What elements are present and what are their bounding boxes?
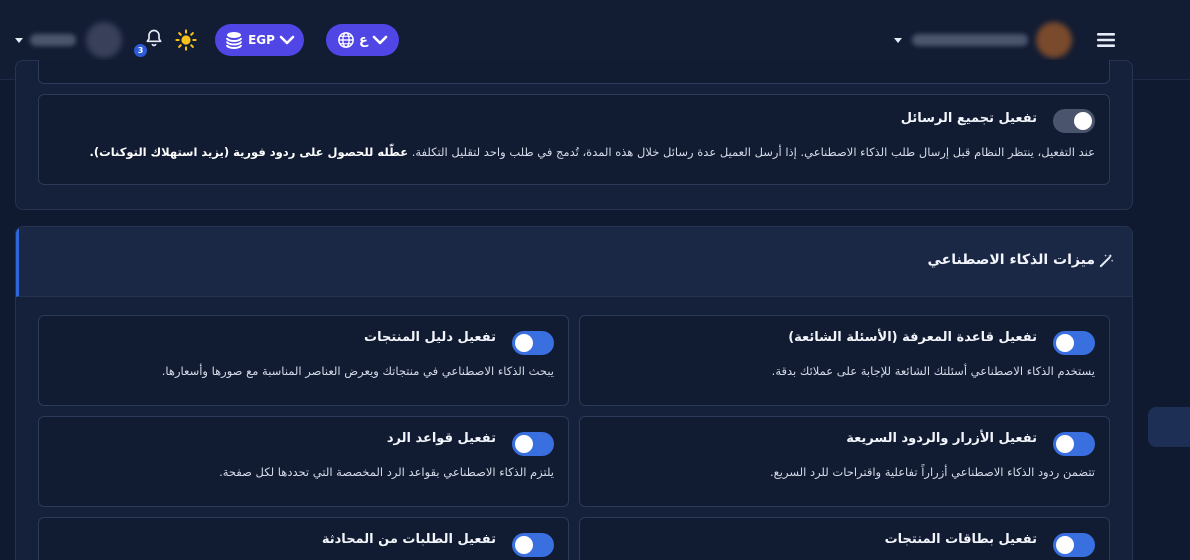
bell-icon	[146, 29, 162, 47]
feature-card-product-catalog: تفعيل دليل المنتجات يبحث الذكاء الاصطناع…	[38, 315, 569, 406]
message-grouping-card: تفعيل تجميع الرسائل عند التفعيل، ينتظر ا…	[38, 94, 1110, 185]
currency-selector[interactable]: EGP	[215, 24, 304, 56]
message-grouping-desc-warning: عطّله للحصول على ردود فورية (يزيد استهلا…	[89, 145, 409, 159]
user-menu-caret-icon[interactable]	[15, 38, 23, 43]
previous-setting-card	[38, 60, 1110, 84]
notifications-badge: 3	[134, 44, 147, 57]
feature-desc: يلتزم الذكاء الاصطناعي بقواعد الرد المخص…	[219, 465, 554, 479]
ai-features-title-text: ميزات الذكاء الاصطناعي	[927, 252, 1096, 268]
currency-label: EGP	[248, 33, 275, 47]
menu-button[interactable]	[1096, 31, 1116, 53]
feature-title: تفعيل الأزرار والردود السريعة	[846, 431, 1037, 446]
globe-icon	[338, 32, 354, 48]
message-grouping-desc: عند التفعيل، ينتظر النظام قبل إرسال طلب …	[90, 145, 1095, 159]
user-name-blurred[interactable]	[30, 34, 76, 46]
toggle-knob	[1056, 435, 1074, 453]
feature-title: تفعيل الطلبات من المحادثة	[321, 532, 496, 547]
feature-title: تفعيل دليل المنتجات	[364, 330, 496, 345]
toggle-knob	[1056, 536, 1074, 554]
hamburger-icon	[1097, 33, 1115, 47]
chat-orders-toggle[interactable]	[512, 533, 554, 557]
workspace-menu-caret-icon[interactable]	[894, 38, 902, 43]
feature-desc: تتضمن ردود الذكاء الاصطناعي أزراراً تفاع…	[770, 465, 1095, 479]
feature-desc: يبحث الذكاء الاصطناعي في منتجاتك ويعرض ا…	[161, 364, 554, 378]
quick-replies-toggle[interactable]	[1053, 432, 1095, 456]
feature-card-knowledge-base: تفعيل قاعدة المعرفة (الأسئلة الشائعة) يس…	[579, 315, 1110, 406]
product-cards-toggle[interactable]	[1053, 533, 1095, 557]
feature-title: تفعيل قواعد الرد	[386, 431, 496, 446]
theme-toggle-button[interactable]	[175, 29, 197, 55]
toggle-knob	[515, 536, 533, 554]
toggle-knob	[515, 435, 533, 453]
coins-icon	[226, 32, 243, 49]
chevron-down-icon	[372, 35, 388, 45]
language-label: ع	[359, 32, 368, 48]
workspace-name-blurred[interactable]	[912, 34, 1028, 46]
knowledge-base-toggle[interactable]	[1053, 331, 1095, 355]
toggle-knob	[515, 334, 533, 352]
ai-features-title: ميزات الذكاء الاصطناعي	[928, 252, 1115, 268]
avatar[interactable]	[86, 22, 122, 58]
feature-card-product-cards: تفعيل بطاقات المنتجات	[579, 517, 1110, 560]
toggle-knob	[1056, 334, 1074, 352]
chevron-down-icon	[279, 35, 295, 45]
feature-title: تفعيل بطاقات المنتجات	[884, 532, 1037, 547]
ai-features-header: ميزات الذكاء الاصطناعي	[16, 227, 1132, 297]
message-grouping-toggle[interactable]	[1053, 109, 1095, 133]
sun-icon	[175, 29, 197, 51]
workspace-avatar[interactable]	[1036, 22, 1072, 58]
feature-card-reply-rules: تفعيل قواعد الرد يلتزم الذكاء الاصطناعي …	[38, 416, 569, 507]
toggle-knob	[1074, 112, 1092, 130]
feature-card-quick-replies: تفعيل الأزرار والردود السريعة تتضمن ردود…	[579, 416, 1110, 507]
feature-card-chat-orders: تفعيل الطلبات من المحادثة	[38, 517, 569, 560]
feature-title: تفعيل قاعدة المعرفة (الأسئلة الشائعة)	[788, 330, 1037, 345]
side-drawer-tab[interactable]	[1148, 407, 1190, 447]
message-grouping-desc-text: عند التفعيل، ينتظر النظام قبل إرسال طلب …	[411, 145, 1095, 159]
language-selector[interactable]: ع	[326, 24, 399, 56]
product-catalog-toggle[interactable]	[512, 331, 554, 355]
magic-wand-icon	[1099, 253, 1114, 267]
feature-desc: يستخدم الذكاء الاصطناعي أسئلتك الشائعة ل…	[771, 364, 1095, 378]
notifications-button[interactable]	[144, 28, 164, 52]
message-grouping-title: تفعيل تجميع الرسائل	[900, 111, 1037, 126]
reply-rules-toggle[interactable]	[512, 432, 554, 456]
